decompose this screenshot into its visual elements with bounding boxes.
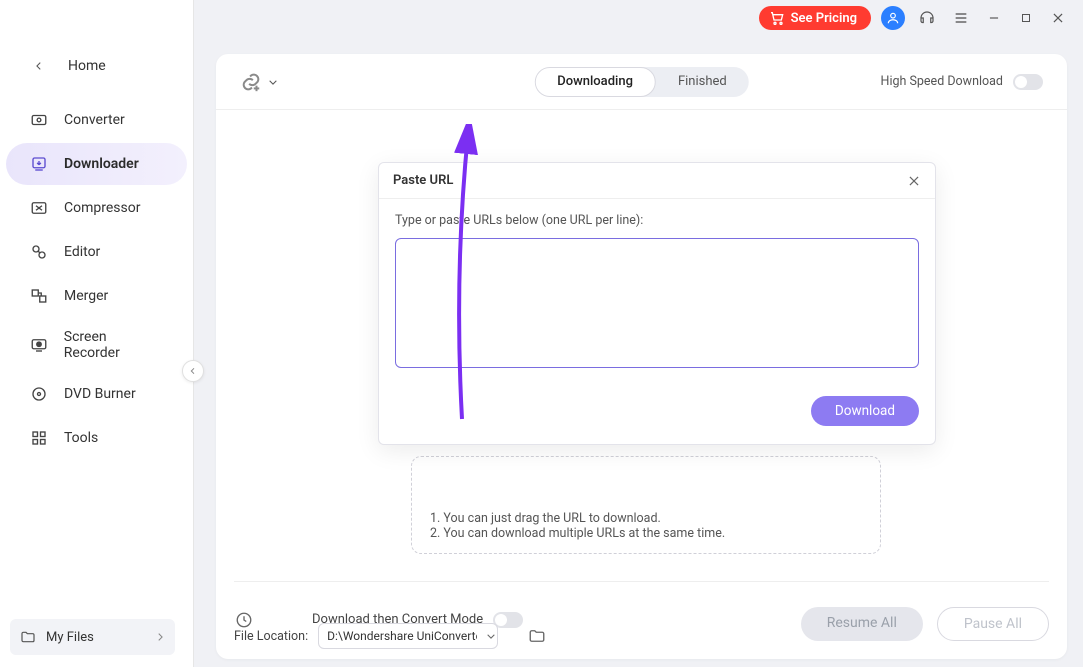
close-icon[interactable] [907, 174, 921, 188]
recorder-icon [28, 334, 50, 356]
sidebar-item-editor[interactable]: Editor [6, 231, 187, 273]
chevron-down-icon [268, 77, 278, 87]
maximize-button[interactable] [1015, 7, 1037, 29]
sidebar: Home Converter Downloader Compressor Edi… [0, 0, 194, 667]
button-label: Pause All [964, 616, 1022, 632]
url-input[interactable] [395, 238, 919, 368]
sidebar-item-label: Downloader [64, 156, 139, 172]
converter-icon [28, 109, 50, 131]
sidebar-item-converter[interactable]: Converter [6, 99, 187, 141]
hint-text: 2. You can download multiple URLs at the… [430, 526, 862, 541]
button-label: Download [835, 403, 895, 419]
sidebar-item-label: Compressor [64, 200, 140, 216]
sidebar-item-label: Screen Recorder [64, 329, 165, 361]
file-location-select[interactable]: D:\Wondershare UniConverter [318, 623, 498, 649]
sidebar-item-label: Home [68, 58, 106, 74]
chevron-left-icon [28, 55, 50, 77]
editor-icon [28, 241, 50, 263]
pause-all-button[interactable]: Pause All [937, 607, 1049, 641]
tab-downloading[interactable]: Downloading [534, 67, 656, 97]
add-url-button[interactable] [240, 71, 278, 93]
dvd-icon [28, 383, 50, 405]
chevron-right-icon [155, 632, 165, 642]
compressor-icon [28, 197, 50, 219]
high-speed-label: High Speed Download [881, 74, 1003, 89]
see-pricing-button[interactable]: See Pricing [759, 6, 871, 30]
tab-label: Downloading [557, 74, 633, 89]
menu-icon[interactable] [949, 6, 973, 30]
user-avatar[interactable] [881, 6, 905, 30]
sidebar-item-label: Converter [64, 112, 125, 128]
paste-url-dialog: Paste URL Type or paste URLs below (one … [378, 162, 936, 445]
dialog-title: Paste URL [393, 173, 453, 188]
sidebar-item-downloader[interactable]: Downloader [6, 143, 187, 185]
sidebar-item-screen-recorder[interactable]: Screen Recorder [6, 319, 187, 371]
sidebar-item-label: DVD Burner [64, 386, 136, 402]
link-add-icon [240, 71, 262, 93]
sidebar-item-merger[interactable]: Merger [6, 275, 187, 317]
sidebar-item-home[interactable]: Home [6, 45, 187, 87]
sidebar-item-label: Tools [64, 430, 98, 446]
tab-label: Finished [678, 74, 727, 89]
dialog-instruction: Type or paste URLs below (one URL per li… [395, 213, 919, 228]
folder-icon [20, 629, 36, 645]
my-files-label: My Files [46, 630, 94, 645]
tab-segment: Downloading Finished [534, 67, 749, 97]
merger-icon [28, 285, 50, 307]
sidebar-item-dvd-burner[interactable]: DVD Burner [6, 373, 187, 415]
sidebar-item-compressor[interactable]: Compressor [6, 187, 187, 229]
open-folder-button[interactable] [528, 627, 546, 645]
close-button[interactable] [1047, 7, 1069, 29]
tools-icon [28, 427, 50, 449]
sidebar-item-label: Merger [64, 288, 108, 304]
button-label: Resume All [827, 615, 897, 631]
high-speed-toggle[interactable] [1013, 74, 1043, 90]
resume-all-button[interactable]: Resume All [801, 607, 923, 641]
downloader-icon [28, 153, 50, 175]
file-location-label: File Location: [234, 629, 308, 644]
sidebar-item-tools[interactable]: Tools [6, 417, 187, 459]
support-icon[interactable] [915, 6, 939, 30]
sidebar-item-label: Editor [64, 244, 100, 260]
pricing-label: See Pricing [791, 11, 857, 26]
my-files-button[interactable]: My Files [10, 619, 175, 655]
hints-box: 1. You can just drag the URL to download… [411, 456, 881, 554]
cart-icon [769, 10, 785, 26]
tab-finished[interactable]: Finished [656, 67, 749, 97]
hint-text: 1. You can just drag the URL to download… [430, 511, 862, 526]
minimize-button[interactable] [983, 7, 1005, 29]
download-button[interactable]: Download [811, 396, 919, 426]
sidebar-collapse-button[interactable] [182, 360, 204, 382]
